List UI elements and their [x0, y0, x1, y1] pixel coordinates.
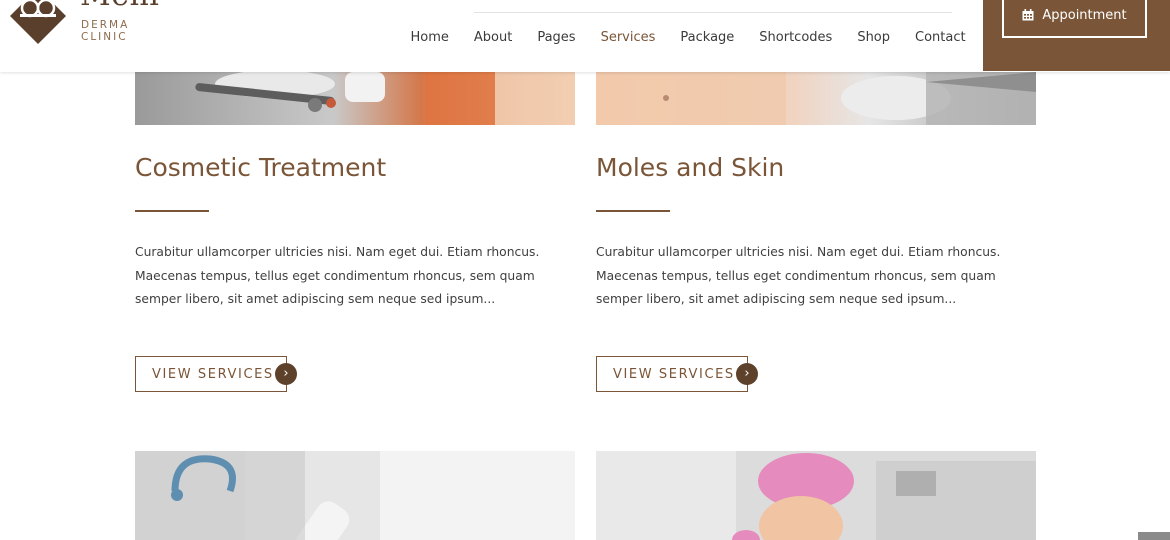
chevron-right-icon: › [736, 363, 758, 385]
logo-tagline: DERMA CLINIC [81, 19, 130, 43]
logo-diamond-icon [10, 0, 66, 44]
view-services-label: VIEW SERVICES [152, 366, 274, 382]
title-underline [596, 210, 670, 212]
service-image[interactable] [596, 451, 1036, 540]
cosmetic-treatment-image[interactable] [135, 72, 575, 125]
card-title: Cosmetic Treatment [135, 153, 387, 182]
site-header: Meni DERMA CLINIC Home About Pages Servi… [0, 0, 1170, 72]
nav-package[interactable]: Package [668, 29, 747, 47]
nav-pages[interactable]: Pages [525, 29, 588, 47]
card-description: Curabitur ullamcorper ultricies nisi. Na… [135, 245, 540, 306]
moles-and-skin-image[interactable] [596, 72, 1036, 125]
site-logo[interactable]: Meni DERMA CLINIC [8, 0, 178, 46]
main-nav: Home About Pages Services Package Shortc… [398, 29, 978, 47]
nav-services[interactable]: Services [588, 29, 668, 47]
scroll-to-top-button[interactable] [1138, 532, 1170, 540]
nav-about[interactable]: About [461, 29, 524, 47]
view-services-button[interactable]: VIEW SERVICES › [135, 356, 297, 392]
appointment-label: Appointment [1042, 7, 1127, 23]
card-title: Moles and Skin [596, 153, 785, 182]
nav-divider [474, 12, 952, 13]
nav-contact[interactable]: Contact [903, 29, 979, 47]
nav-shortcodes[interactable]: Shortcodes [747, 29, 845, 47]
nav-home[interactable]: Home [398, 29, 461, 47]
view-services-label: VIEW SERVICES [613, 366, 735, 382]
view-services-button[interactable]: VIEW SERVICES › [596, 356, 758, 392]
appointment-button[interactable]: Appointment [1002, 0, 1147, 38]
service-image[interactable] [135, 451, 575, 540]
nav-shop[interactable]: Shop [845, 29, 903, 47]
card-description: Curabitur ullamcorper ultricies nisi. Na… [596, 245, 1001, 306]
title-underline [135, 210, 209, 212]
calendar-icon [1022, 9, 1034, 21]
logo-name: Meni [80, 0, 159, 13]
appointment-panel: Appointment [983, 0, 1170, 71]
chevron-right-icon: › [275, 363, 297, 385]
